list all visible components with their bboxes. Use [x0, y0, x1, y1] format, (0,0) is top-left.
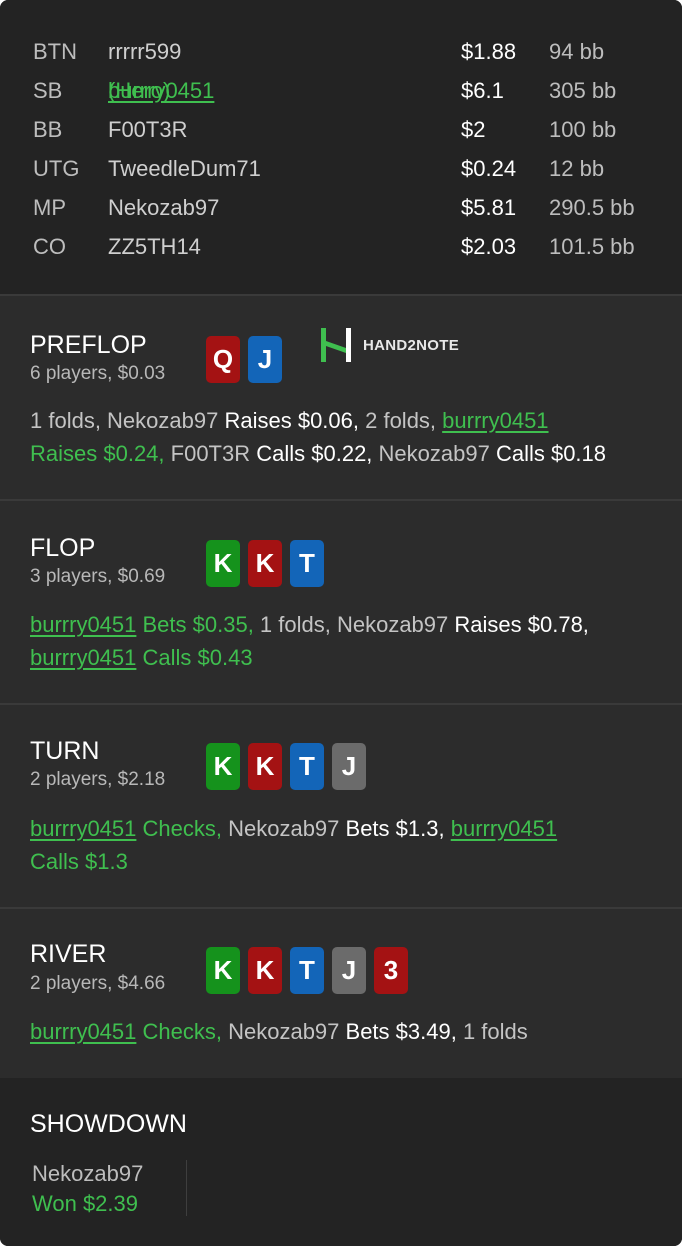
playing-card: K	[206, 743, 240, 790]
player-name: ZZ5TH14	[108, 234, 201, 259]
action-text: Raises $0.78,	[454, 612, 589, 637]
hero-name-link[interactable]: burrry0451	[451, 816, 557, 841]
street-summary: 2 players, $2.18	[30, 769, 166, 790]
player-position: BB	[33, 117, 63, 142]
hero-name-link[interactable]: burrry0451	[442, 408, 548, 433]
street-title: PREFLOP	[30, 331, 147, 359]
action-text: Calls $0.43	[136, 645, 253, 670]
playing-card: K	[206, 947, 240, 994]
player-stack-bb: 290.5 bb	[549, 195, 635, 220]
hand-history-panel: BTN rrrrr599 $1.88 94 bb SB burrry0451 (…	[0, 0, 682, 1246]
playing-card: J	[332, 743, 366, 790]
action-text: Bets $1.3,	[345, 816, 445, 841]
playing-card: K	[248, 540, 282, 587]
action-text: Raises $0.06,	[224, 408, 359, 433]
player-position: BTN	[33, 39, 77, 64]
action-text: Nekozab97	[372, 441, 496, 466]
hero-name-link[interactable]: burrry0451	[30, 816, 136, 841]
player-stack-bb: 100 bb	[549, 117, 617, 142]
street-actions: burrry0451 Checks, Nekozab97 Bets $1.3, …	[30, 812, 660, 878]
action-text: F00T3R	[164, 441, 257, 466]
hand2note-logo: HAND2NOTE	[319, 328, 459, 362]
board-cards: K K T J 3	[206, 947, 408, 994]
street-summary: 2 players, $4.66	[30, 973, 166, 994]
player-stack: $0.24	[461, 156, 517, 181]
playing-card: K	[206, 540, 240, 587]
player-stack: $2	[461, 117, 486, 142]
playing-card: J	[332, 947, 366, 994]
playing-card: T	[290, 743, 324, 790]
street-summary: 3 players, $0.69	[30, 566, 166, 587]
board-cards: K K T J	[206, 743, 366, 790]
action-text: Raises $0.24,	[30, 441, 165, 466]
street-actions: burrry0451 Checks, Nekozab97 Bets $3.49,…	[30, 1015, 660, 1048]
street-river: RIVER 2 players, $4.66 K K T J 3 burrry0…	[0, 909, 682, 1078]
player-stack: $5.81	[461, 195, 517, 220]
player-row: UTG TweedleDum71 $0.24 12 bb	[0, 149, 682, 188]
street-summary: 6 players, $0.03	[30, 363, 166, 384]
player-row: BB F00T3R $2 100 bb	[0, 110, 682, 149]
action-text: Nekozab97	[221, 816, 346, 841]
action-text: Calls $1.3	[30, 849, 128, 874]
player-row: CO ZZ5TH14 $2.03 101.5 bb	[0, 227, 682, 266]
action-text: 1 folds, Nekozab97	[253, 612, 455, 637]
showdown-divider	[186, 1160, 187, 1216]
hero-name-link[interactable]: burrry0451	[30, 612, 136, 637]
action-text: Calls $0.22,	[256, 441, 373, 466]
street-title: RIVER	[30, 940, 107, 968]
showdown-result: Won $2.39	[32, 1191, 139, 1216]
hero-name-link[interactable]: burrry0451	[30, 645, 136, 670]
showdown-player-name: Nekozab97	[32, 1161, 144, 1186]
action-text: Checks,	[136, 1019, 222, 1044]
player-stack-bb: 305 bb	[549, 78, 617, 103]
showdown-title: SHOWDOWN	[30, 1110, 187, 1138]
street-title: FLOP	[30, 534, 96, 562]
player-position: CO	[33, 234, 66, 259]
action-text: 1 folds	[456, 1019, 528, 1044]
player-stack: $6.1	[461, 78, 504, 103]
hole-cards: Q J	[206, 336, 282, 383]
street-actions: 1 folds, Nekozab97 Raises $0.06, 2 folds…	[30, 404, 660, 470]
action-text: Checks,	[136, 816, 222, 841]
player-stack: $2.03	[461, 234, 517, 259]
player-position: MP	[33, 195, 66, 220]
player-row: MP Nekozab97 $5.81 290.5 bb	[0, 188, 682, 227]
player-stack: $1.88	[461, 39, 517, 64]
street-flop: FLOP 3 players, $0.69 K K T burrry0451 B…	[0, 501, 682, 705]
player-position: UTG	[33, 156, 80, 181]
playing-card: T	[290, 947, 324, 994]
playing-card: K	[248, 743, 282, 790]
hand2note-logo-text: HAND2NOTE	[363, 336, 460, 354]
playing-card: Q	[206, 336, 240, 383]
hero-name-link[interactable]: burrry0451	[30, 1019, 136, 1044]
action-text: Bets $3.49,	[345, 1019, 457, 1044]
player-stack-bb: 94 bb	[549, 39, 605, 64]
street-actions: burrry0451 Bets $0.35, 1 folds, Nekozab9…	[30, 608, 660, 674]
street-title: TURN	[30, 737, 100, 765]
action-text: Nekozab97	[221, 1019, 346, 1044]
player-position: SB	[33, 78, 63, 103]
playing-card: K	[248, 947, 282, 994]
showdown-section: SHOWDOWN Nekozab97 Won $2.39	[0, 1078, 682, 1246]
street-turn: TURN 2 players, $2.18 K K T J burrry0451…	[0, 705, 682, 909]
action-text: 1 folds, Nekozab97	[30, 408, 225, 433]
player-stack-bb: 12 bb	[549, 156, 605, 181]
board-cards: K K T	[206, 540, 324, 587]
playing-card: 3	[374, 947, 408, 994]
playing-card: J	[248, 336, 282, 383]
action-text: 2 folds,	[359, 408, 443, 433]
player-row-hero: SB burrry0451 (Hero) $6.1 305 bb	[0, 71, 682, 110]
player-name: F00T3R	[108, 117, 188, 142]
hand2note-logo-icon	[321, 328, 351, 362]
player-stack-bb: 101.5 bb	[549, 234, 635, 259]
players-table: BTN rrrrr599 $1.88 94 bb SB burrry0451 (…	[0, 0, 682, 296]
hero-tag: (Hero)	[108, 78, 171, 103]
action-text: Bets $0.35,	[136, 612, 254, 637]
player-row: BTN rrrrr599 $1.88 94 bb	[0, 32, 682, 71]
player-name: TweedleDum71	[108, 156, 261, 181]
action-text: Calls $0.18	[495, 441, 607, 466]
player-name: Nekozab97	[108, 195, 220, 220]
player-name: rrrrr599	[108, 39, 182, 64]
playing-card: T	[290, 540, 324, 587]
